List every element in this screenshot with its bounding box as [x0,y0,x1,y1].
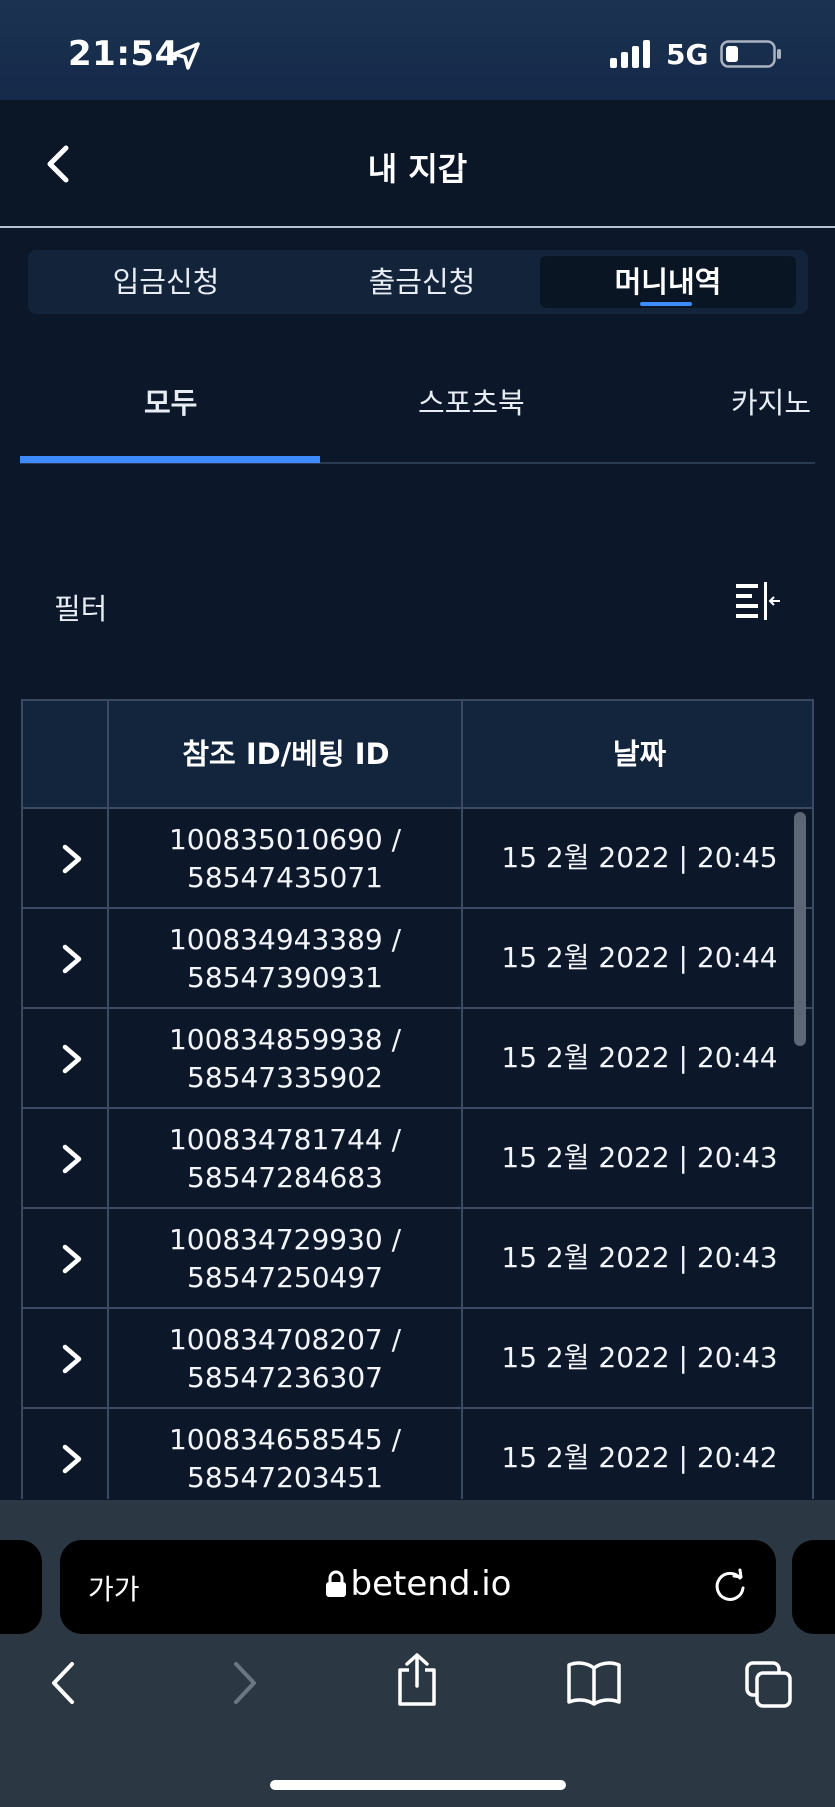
column-header-ref-id: 참조 ID/베팅 ID [182,737,390,771]
row-date: 15 2월 2022 | 20:43 [501,1241,778,1274]
browser-back-icon[interactable] [44,1660,84,1706]
previous-tab-preview[interactable] [0,1540,42,1634]
row-ids: 100834781744 / 58547284683 [109,1121,461,1197]
category-tabs: 모두 스포츠북 카지노 [0,350,835,465]
ref-id: 100835010690 / [168,823,402,856]
table-row[interactable]: 100834781744 / 58547284683 15 2월 2022 | 2… [23,1109,812,1209]
column-divider [107,701,109,1499]
tabs-icon[interactable] [744,1660,794,1710]
lock-icon [325,1570,346,1597]
table-header: 참조 ID/베팅 ID 날짜 [23,701,812,809]
table-scrollbar[interactable] [794,812,806,1046]
home-indicator [270,1780,566,1790]
ref-id: 100834658545 / [168,1423,402,1456]
row-date: 15 2월 2022 | 20:43 [501,1141,778,1174]
browser-forward-icon[interactable] [224,1660,264,1706]
money-history-table: 참조 ID/베팅 ID 날짜 100835010690 / 58547435071… [21,699,814,1499]
row-date: 15 2월 2022 | 20:42 [501,1441,778,1474]
ref-id: 100834781744 / [168,1123,402,1156]
battery-icon [720,40,781,68]
ref-id: 100834859938 / [168,1023,402,1056]
location-arrow-icon [172,42,200,70]
chevron-right-icon[interactable] [53,939,89,979]
row-ids: 100835010690 / 58547435071 [109,821,461,897]
url-display[interactable]: betend.io [60,1564,776,1604]
ref-id: 100834708207 / [168,1323,402,1356]
chevron-right-icon[interactable] [53,839,89,879]
row-date: 15 2월 2022 | 20:45 [501,841,778,874]
row-date: 15 2월 2022 | 20:44 [501,941,778,974]
share-icon[interactable] [394,1652,440,1708]
row-ids: 100834729930 / 58547250497 [109,1221,461,1297]
page-title: 내 지갑 [367,150,468,188]
wallet-segment-control: 입금신청 출금신청 머니내역 [28,250,808,314]
table-row[interactable]: 100835010690 / 58547435071 15 2월 2022 | 2… [23,809,812,909]
bet-id: 58547203451 [187,1461,383,1494]
address-bar[interactable]: 가가 betend.io [60,1540,776,1634]
column-header-date: 날짜 [612,737,667,771]
row-ids: 100834943389 / 58547390931 [109,921,461,997]
segment-active-indicator [640,302,692,306]
segment-money-history[interactable]: 머니내역 [540,256,796,308]
tab-casino[interactable]: 카지노 [731,380,811,422]
row-date: 15 2월 2022 | 20:44 [501,1041,778,1074]
column-header-expand [23,701,109,807]
next-tab-preview[interactable] [792,1540,835,1634]
status-time: 21:54 [68,34,179,74]
network-label: 5G [666,38,709,71]
row-date: 15 2월 2022 | 20:43 [501,1341,778,1374]
chevron-right-icon[interactable] [53,1039,89,1079]
segment-deposit[interactable]: 입금신청 [38,256,294,308]
column-divider [461,701,463,1499]
row-ids: 100834708207 / 58547236307 [109,1321,461,1397]
chevron-right-icon[interactable] [53,1139,89,1179]
bet-id: 58547284683 [187,1161,383,1194]
row-ids: 100834859938 / 58547335902 [109,1021,461,1097]
row-ids: 100834658545 / 58547203451 [109,1421,461,1497]
bet-id: 58547435071 [187,861,383,894]
bet-id: 58547250497 [187,1261,383,1294]
tab-active-indicator [20,456,320,463]
chevron-right-icon[interactable] [53,1439,89,1479]
table-row[interactable]: 100834943389 / 58547390931 15 2월 2022 | 2… [23,909,812,1009]
app-header: 내 지갑 [0,100,835,228]
bet-id: 58547335902 [187,1061,383,1094]
table-row[interactable]: 100834708207 / 58547236307 15 2월 2022 | 2… [23,1309,812,1409]
reload-icon[interactable] [710,1566,750,1606]
segment-withdraw[interactable]: 출금신청 [294,256,550,308]
filter-label: 필터 [54,592,108,626]
table-row[interactable]: 100834859938 / 58547335902 15 2월 2022 | 2… [23,1009,812,1109]
chevron-right-icon[interactable] [53,1339,89,1379]
table-row[interactable]: 100834658545 / 58547203451 15 2월 2022 | 2… [23,1409,812,1499]
tab-all[interactable]: 모두 [144,380,197,422]
segment-money-history-label: 머니내역 [614,265,722,299]
status-bar: 21:54 5G [0,0,835,100]
bet-id: 58547390931 [187,961,383,994]
filter-toggle-icon[interactable] [734,580,782,624]
ref-id: 100834943389 / [168,923,402,956]
tab-sportsbook[interactable]: 스포츠북 [418,380,525,422]
ref-id: 100834729930 / [168,1223,402,1256]
chevron-right-icon[interactable] [53,1239,89,1279]
url-text: betend.io [350,1564,512,1604]
table-row[interactable]: 100834729930 / 58547250497 15 2월 2022 | 2… [23,1209,812,1309]
signal-icon [610,40,650,68]
bet-id: 58547236307 [187,1361,383,1394]
bookmarks-icon[interactable] [566,1660,622,1706]
